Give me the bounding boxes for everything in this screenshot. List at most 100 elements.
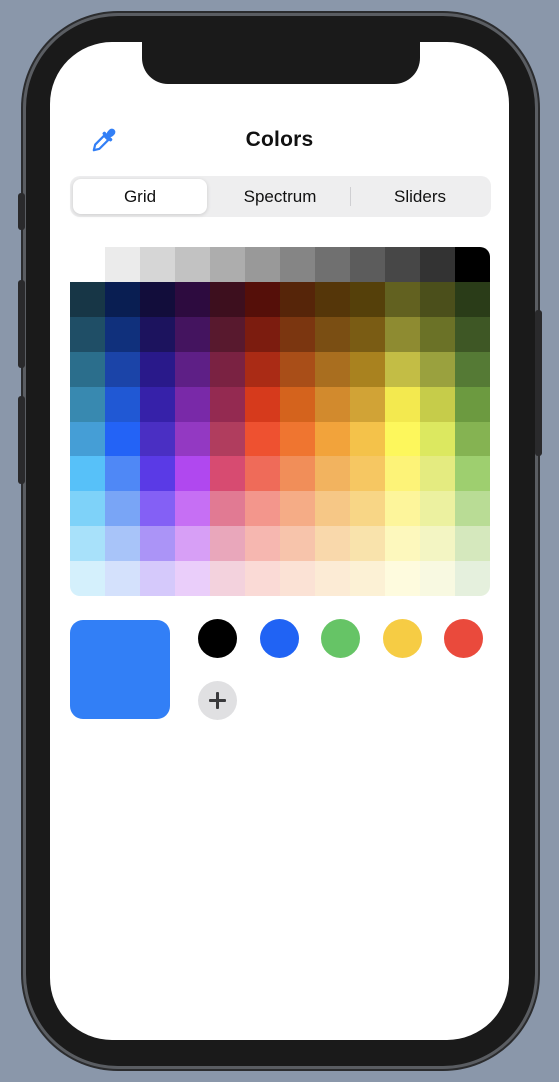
color-swatch[interactable] [70, 386, 106, 423]
color-swatch[interactable] [280, 281, 316, 318]
color-swatch[interactable] [70, 491, 106, 527]
color-swatch[interactable] [350, 491, 386, 527]
color-swatch[interactable] [210, 456, 246, 492]
color-swatch[interactable] [455, 386, 490, 423]
color-swatch[interactable] [385, 386, 421, 423]
color-swatch[interactable] [70, 316, 106, 353]
color-swatch[interactable] [350, 316, 386, 353]
gray-swatch[interactable] [140, 247, 176, 283]
color-swatch[interactable] [455, 351, 490, 388]
color-swatch[interactable] [70, 561, 106, 596]
color-swatch[interactable] [280, 421, 316, 457]
color-swatch[interactable] [315, 316, 351, 353]
color-swatch[interactable] [420, 281, 456, 318]
tab-sliders[interactable]: Sliders [351, 179, 489, 214]
color-swatch[interactable] [210, 316, 246, 353]
color-swatch[interactable] [210, 421, 246, 457]
color-swatch[interactable] [385, 316, 421, 353]
gray-swatch[interactable] [245, 247, 281, 283]
gray-swatch[interactable] [420, 247, 456, 283]
color-swatch[interactable] [385, 421, 421, 457]
color-swatch[interactable] [105, 561, 141, 596]
color-swatch[interactable] [175, 386, 211, 423]
color-swatch[interactable] [455, 421, 490, 457]
gray-swatch[interactable] [70, 247, 106, 283]
color-swatch[interactable] [175, 561, 211, 596]
color-swatch[interactable] [280, 351, 316, 388]
color-swatch[interactable] [420, 386, 456, 423]
color-swatch[interactable] [140, 316, 176, 353]
color-swatch[interactable] [70, 526, 106, 562]
saved-color-blue[interactable] [259, 619, 299, 658]
color-swatch[interactable] [350, 456, 386, 492]
color-swatch[interactable] [245, 456, 281, 492]
color-swatch[interactable] [280, 386, 316, 423]
color-swatch[interactable] [350, 421, 386, 457]
color-swatch[interactable] [455, 456, 490, 492]
color-swatch[interactable] [210, 386, 246, 423]
tab-grid[interactable]: Grid [73, 179, 207, 214]
color-swatch[interactable] [385, 526, 421, 562]
color-swatch[interactable] [280, 526, 316, 562]
color-swatch[interactable] [175, 351, 211, 388]
gray-swatch[interactable] [105, 247, 141, 283]
color-swatch[interactable] [140, 386, 176, 423]
color-swatch[interactable] [315, 421, 351, 457]
color-swatch[interactable] [105, 456, 141, 492]
gray-swatch[interactable] [315, 247, 351, 283]
color-swatch[interactable] [455, 561, 490, 596]
color-swatch[interactable] [385, 351, 421, 388]
color-swatch[interactable] [140, 281, 176, 318]
color-swatch[interactable] [420, 351, 456, 388]
color-swatch[interactable] [175, 526, 211, 562]
color-swatch[interactable] [140, 351, 176, 388]
color-swatch[interactable] [70, 351, 106, 388]
color-swatch[interactable] [210, 526, 246, 562]
color-swatch[interactable] [420, 456, 456, 492]
saved-color-red[interactable] [444, 619, 483, 658]
color-swatch[interactable] [245, 281, 281, 318]
tab-spectrum[interactable]: Spectrum [210, 179, 350, 214]
add-color-button[interactable] [198, 681, 237, 720]
color-swatch[interactable] [140, 561, 176, 596]
color-swatch[interactable] [385, 561, 421, 596]
color-swatch[interactable] [210, 561, 246, 596]
color-swatch[interactable] [175, 491, 211, 527]
color-swatch[interactable] [420, 491, 456, 527]
color-swatch[interactable] [280, 491, 316, 527]
color-swatch[interactable] [280, 316, 316, 353]
color-swatch[interactable] [420, 526, 456, 562]
color-swatch[interactable] [315, 491, 351, 527]
color-swatch[interactable] [280, 456, 316, 492]
color-swatch[interactable] [70, 281, 106, 318]
color-swatch[interactable] [420, 561, 456, 596]
gray-swatch[interactable] [280, 247, 316, 283]
color-swatch[interactable] [105, 316, 141, 353]
color-swatch[interactable] [175, 316, 211, 353]
color-swatch[interactable] [315, 526, 351, 562]
color-swatch[interactable] [315, 561, 351, 596]
color-swatch[interactable] [175, 456, 211, 492]
color-swatch[interactable] [315, 351, 351, 388]
color-swatch[interactable] [70, 456, 106, 492]
color-swatch[interactable] [210, 491, 246, 527]
color-swatch[interactable] [245, 526, 281, 562]
color-swatch[interactable] [245, 351, 281, 388]
color-swatch[interactable] [70, 421, 106, 457]
color-swatch[interactable] [245, 561, 281, 596]
color-swatch[interactable] [140, 421, 176, 457]
color-swatch[interactable] [105, 281, 141, 318]
color-swatch[interactable] [210, 351, 246, 388]
color-swatch[interactable] [385, 456, 421, 492]
gray-swatch[interactable] [210, 247, 246, 283]
color-swatch[interactable] [455, 281, 490, 318]
color-swatch[interactable] [140, 456, 176, 492]
color-swatch[interactable] [105, 491, 141, 527]
gray-swatch[interactable] [175, 247, 211, 283]
color-swatch[interactable] [350, 351, 386, 388]
gray-swatch[interactable] [385, 247, 421, 283]
color-swatch[interactable] [385, 281, 421, 318]
color-swatch[interactable] [315, 456, 351, 492]
color-swatch[interactable] [105, 351, 141, 388]
color-swatch[interactable] [385, 491, 421, 527]
